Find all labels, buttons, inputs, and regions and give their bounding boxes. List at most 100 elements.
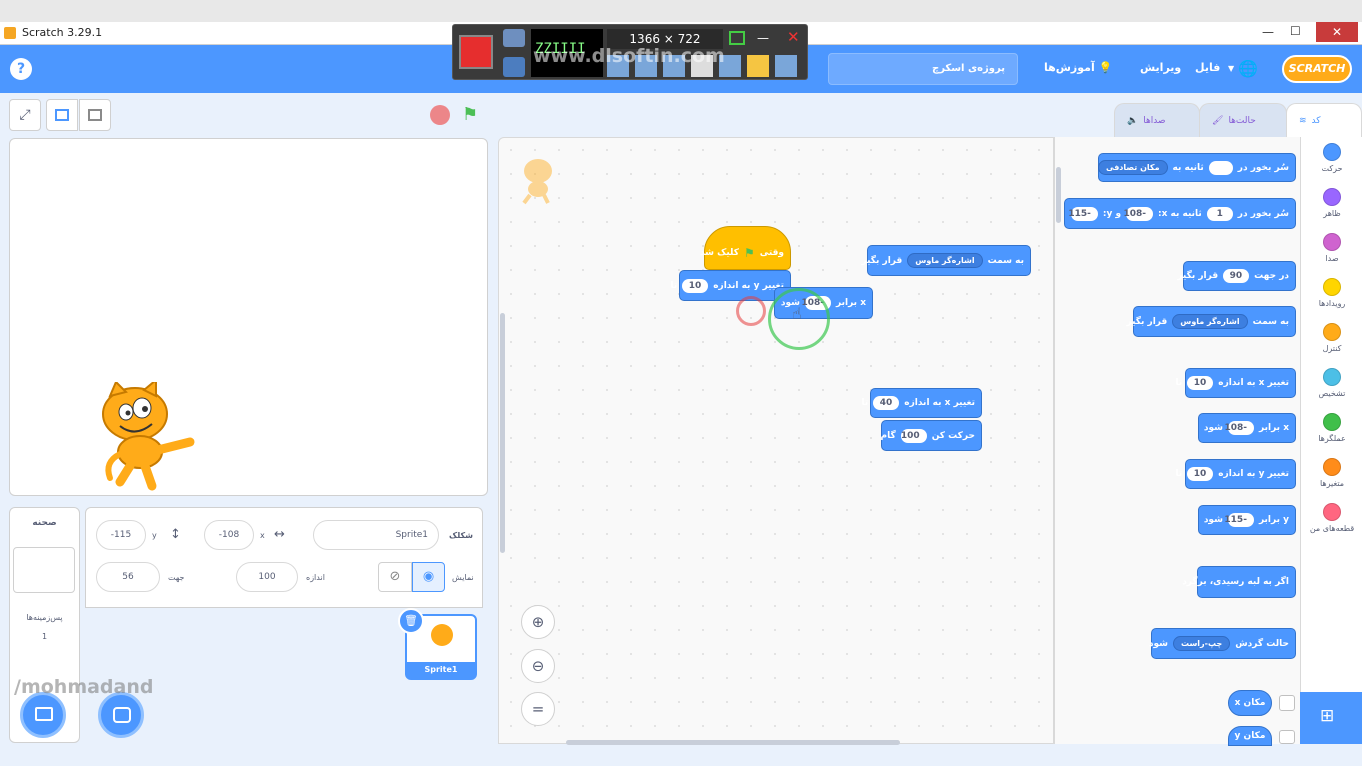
zoom-out-icon[interactable]: ⊖ <box>521 649 555 683</box>
gear-icon[interactable] <box>775 55 797 77</box>
tab-sounds[interactable]: 🔈 صداها <box>1114 103 1200 137</box>
palette-scrollbar[interactable] <box>1056 167 1061 223</box>
set-x-input[interactable]: -108 <box>1224 421 1254 435</box>
category-item[interactable]: رویدادها <box>1307 278 1357 308</box>
direction-input[interactable]: 56 <box>96 562 160 592</box>
rotation-dropdown[interactable]: چپ-راست <box>1172 636 1231 651</box>
palette-bounce[interactable]: اگر به لبه رسیدی، برگرد <box>1182 566 1296 598</box>
category-color-dot <box>1323 503 1341 521</box>
category-item[interactable]: تشخیص <box>1307 368 1357 398</box>
small-stage-button[interactable] <box>46 99 78 131</box>
script-move-input[interactable]: 100 <box>900 428 927 443</box>
palette-point-towards[interactable]: به سمت اشاره‌گر ماوس قرار بگیر <box>1127 306 1296 337</box>
record-stop-button[interactable] <box>459 35 493 69</box>
y-position-checkbox[interactable] <box>1279 730 1295 744</box>
sprite-watermark-icon <box>516 155 562 205</box>
palette-glide-xy[interactable]: سُر بخور در 1 ثانیه به x: -108 و y: -115 <box>1064 198 1296 229</box>
palette-y-position[interactable]: مکان y <box>1228 726 1272 746</box>
script-change-y-input[interactable]: 10 <box>682 278 709 293</box>
horizontal-arrows-icon: ↔ <box>274 527 285 542</box>
category-label: کنترل <box>1322 344 1342 353</box>
help-icon[interactable]: ? <box>10 58 32 80</box>
file-menu[interactable]: فایل <box>1195 61 1220 74</box>
y-label: y <box>152 531 157 540</box>
close-button[interactable]: ✕ <box>1316 22 1358 42</box>
palette-point-direction[interactable]: در جهت 90 قرار بگیر <box>1177 261 1296 291</box>
category-item[interactable]: ظاهر <box>1307 188 1357 218</box>
hide-icon[interactable]: ⊘ <box>378 562 412 592</box>
category-item[interactable]: صدا <box>1307 233 1357 263</box>
category-color-dot <box>1323 278 1341 296</box>
change-x-input[interactable]: 10 <box>1187 376 1214 390</box>
change-y-input[interactable]: 10 <box>1187 467 1214 481</box>
direction-value-input[interactable]: 90 <box>1223 269 1250 283</box>
zoom-reset-icon[interactable]: = <box>521 692 555 726</box>
green-flag-icon[interactable]: ⚑ <box>462 104 484 126</box>
edit-menu[interactable]: ویرایش <box>1140 61 1181 74</box>
cat-face-icon <box>113 707 131 723</box>
recorder-minimize-icon[interactable]: — <box>757 31 769 45</box>
pause-button[interactable] <box>503 57 525 77</box>
extension-button[interactable]: ⊞ <box>1300 692 1362 744</box>
glide-secs-input[interactable]: 1 <box>1206 206 1233 221</box>
workspace-hscrollbar[interactable] <box>566 740 900 745</box>
glide-y-input[interactable]: -115 <box>1068 206 1098 221</box>
stop-icon[interactable] <box>430 105 450 125</box>
script-change-x[interactable]: تغییر x به اندازه 40 تا <box>862 388 982 418</box>
set-y-input[interactable]: -115 <box>1224 513 1254 527</box>
recorder-toolbar: ZZIIII 1366 × 722 — ✕ www.dlsoftin.com <box>452 24 808 80</box>
maximize-button[interactable]: ☐ <box>1290 24 1301 38</box>
script-point-towards[interactable]: به سمت اشاره‌گر ماوس قرار بگیر <box>862 245 1031 276</box>
palette-rotation-style[interactable]: حالت گردش چپ-راست شود <box>1149 628 1296 659</box>
cat-sprite[interactable] <box>90 382 200 492</box>
towards-dropdown[interactable]: اشاره‌گر ماوس <box>1172 314 1248 329</box>
recorder-close-icon[interactable]: ✕ <box>787 28 800 46</box>
large-stage-button[interactable] <box>79 99 111 131</box>
highlighter-icon[interactable] <box>747 55 769 77</box>
palette-change-y[interactable]: تغییر y به اندازه 10 تا <box>1175 459 1296 489</box>
palette-set-x[interactable]: x برابر -108 شود <box>1198 413 1296 443</box>
camera-icon[interactable] <box>503 29 525 47</box>
add-backdrop-button[interactable] <box>20 692 66 738</box>
palette-set-y[interactable]: y برابر -115 شود <box>1198 505 1296 535</box>
add-sprite-button[interactable] <box>98 692 144 738</box>
palette-glide-random[interactable]: سُر بخور در ثانیه به مکان تصادفی <box>1097 153 1296 182</box>
tab-code[interactable]: ≋ کد <box>1286 103 1362 137</box>
x-position-checkbox[interactable] <box>1279 695 1295 711</box>
glide-target-dropdown[interactable]: مکان تصادفی <box>1097 160 1168 175</box>
script-move-steps[interactable]: حرکت کن 100 گام <box>880 420 982 451</box>
fullscreen-icon[interactable]: ⤢ <box>9 99 41 131</box>
glide-x-input[interactable]: -108 <box>1123 206 1153 221</box>
y-input[interactable]: -115 <box>96 520 146 550</box>
tab-costumes[interactable]: 🖌 حالت‌ها <box>1199 103 1287 137</box>
globe-icon: 🌐 <box>1238 59 1259 78</box>
show-visible-icon[interactable]: ◉ <box>412 562 445 592</box>
category-item[interactable]: عملگرها <box>1307 413 1357 443</box>
sprite-name-input[interactable]: Sprite1 <box>313 520 439 550</box>
palette-x-position[interactable]: مکان x <box>1228 690 1272 716</box>
zoom-in-icon[interactable]: ⊕ <box>521 605 555 639</box>
script-change-x-input[interactable]: 40 <box>873 396 900 410</box>
window-mode-icon[interactable] <box>729 31 745 45</box>
language-menu[interactable]: ▼ 🌐 <box>1228 59 1258 78</box>
backdrop-thumbnail[interactable] <box>13 547 75 593</box>
stage-canvas[interactable] <box>9 138 488 496</box>
glide-seconds-input[interactable] <box>1208 160 1233 175</box>
category-item[interactable]: قطعه‌های من <box>1307 503 1357 533</box>
minimize-button[interactable]: — <box>1262 25 1274 39</box>
scratch-logo[interactable]: SCRATCH <box>1282 55 1352 83</box>
trash-icon[interactable]: 🗑 <box>398 608 424 634</box>
category-item[interactable]: کنترل <box>1307 323 1357 353</box>
script-when-flag-clicked[interactable]: وقتی ⚑ کلیک شد <box>700 226 791 270</box>
show-label: نمایش <box>452 573 474 582</box>
palette-change-x[interactable]: تغییر x به اندازه 10 تا <box>1176 368 1296 398</box>
project-title-input[interactable]: پروژه‌ی اسکرچ <box>828 53 1018 85</box>
category-item[interactable]: متغیرها <box>1307 458 1357 488</box>
tutorials-menu[interactable]: آموزش‌ها 💡 <box>1044 61 1112 74</box>
workspace-vscrollbar[interactable] <box>500 313 505 553</box>
x-input[interactable]: -108 <box>204 520 254 550</box>
stage-title: صحنه <box>32 518 57 528</box>
script-towards-dropdown[interactable]: اشاره‌گر ماوس <box>907 253 983 268</box>
size-input[interactable]: 100 <box>236 562 298 592</box>
category-item[interactable]: حرکت <box>1307 143 1357 173</box>
